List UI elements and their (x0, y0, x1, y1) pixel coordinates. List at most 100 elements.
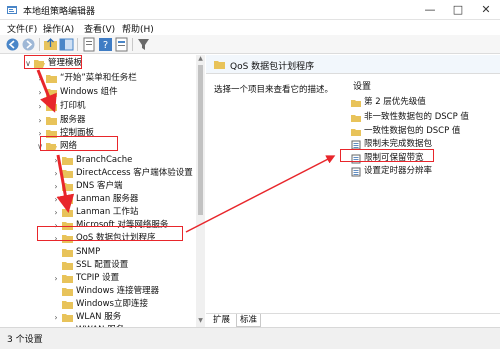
svg-text:?: ? (103, 40, 108, 51)
folder-icon (62, 222, 73, 230)
expand-chevron-right-icon[interactable]: › (52, 272, 60, 285)
expand-chevron-right-icon[interactable]: › (52, 154, 60, 167)
tree-item-windows-connect-now[interactable]: Windows立即连接 (0, 298, 195, 311)
tree-item-label: 管理模板 (48, 58, 83, 68)
tab-extended[interactable]: 扩展 (210, 314, 233, 327)
tree-item-label: TCPIP 设置 (76, 273, 120, 283)
tree-item-network[interactable]: ∨ 网络 (0, 140, 195, 153)
setting-item-timer-resolution[interactable]: 设置定时器分辨率 (346, 165, 500, 178)
setting-item-limit-reservable-bandwidth[interactable]: 限制可保留带宽 (346, 152, 500, 165)
tree-item-microsoft-p2p[interactable]: › Microsoft 对等网络服务 (0, 219, 195, 232)
tree-item-ssl-config[interactable]: SSL 配置设置 (0, 259, 195, 272)
tree-item-label: DirectAccess 客户端体验设置 (76, 168, 193, 178)
tree-item-label: Lanman 工作站 (76, 207, 139, 217)
tree-item-label: 服务器 (60, 115, 86, 125)
setting-item-label: 设置定时器分辨率 (364, 166, 433, 176)
policy-setting-icon (351, 167, 361, 177)
folder-icon (62, 235, 73, 243)
view-tabs: 扩展 标准 (206, 313, 500, 327)
expand-chevron-right-icon[interactable] (52, 246, 60, 259)
tree-item-qos-packet-scheduler[interactable]: › QoS 数据包计划程序 (0, 232, 195, 245)
scroll-up-arrow-icon[interactable]: ▲ (196, 55, 205, 62)
setting-item-conforming-dscp[interactable]: 一致性数据包的 DSCP 值 (346, 125, 500, 138)
expand-chevron-right-icon[interactable]: › (36, 100, 44, 113)
tree-item-printers[interactable]: › 打印机 (0, 100, 195, 113)
tree-item-directaccess[interactable]: › DirectAccess 客户端体验设置 (0, 167, 195, 180)
details-header-title: QoS 数据包计划程序 (230, 62, 315, 72)
folder-icon (62, 209, 73, 217)
maximize-icon[interactable]: □ (444, 0, 472, 20)
tree-item-server[interactable]: › 服务器 (0, 114, 195, 127)
expand-chevron-right-icon[interactable]: › (52, 311, 60, 324)
expand-chevron-right-icon[interactable]: › (52, 167, 60, 180)
expand-chevron-right-icon[interactable]: › (52, 206, 60, 219)
setting-item-limit-outstanding-packets[interactable]: 限制未完成数据包 (346, 138, 500, 151)
close-icon[interactable]: ✕ (472, 0, 500, 20)
expand-chevron-right-icon[interactable]: › (36, 127, 44, 140)
tree-item-label: 控制面板 (60, 128, 95, 138)
tree-item-start-menu-taskbar[interactable]: › “开始”菜单和任务栏 (0, 72, 195, 85)
menu-file[interactable]: 文件(F) (7, 22, 37, 35)
tree-item-wlan-service[interactable]: › WLAN 服务 (0, 311, 195, 324)
tree-item-dns-client[interactable]: › DNS 客户端 (0, 180, 195, 193)
tree-item-windows-connection-manager[interactable]: Windows 连接管理器 (0, 285, 195, 298)
tree-item-label: Windows 组件 (60, 87, 118, 97)
tree-item-windows-components[interactable]: › Windows 组件 (0, 86, 195, 99)
expand-chevron-right-icon[interactable]: › (36, 86, 44, 99)
tree-item-label: 网络 (60, 141, 78, 151)
tree-item-lanman-server[interactable]: › Lanman 服务器 (0, 193, 195, 206)
tree-item-lanman-workstation[interactable]: › Lanman 工作站 (0, 206, 195, 219)
folder-icon (351, 129, 361, 136)
folder-icon (62, 170, 73, 178)
up-folder-icon[interactable] (43, 37, 58, 52)
expand-chevron-down-icon[interactable]: ∨ (24, 57, 32, 70)
help-icon[interactable]: ? (98, 37, 113, 52)
menu-action[interactable]: 操作(A) (43, 22, 74, 35)
toolbar-separator (132, 38, 133, 51)
minimize-icon[interactable]: — (416, 0, 444, 20)
expand-chevron-right-icon[interactable]: › (52, 219, 60, 232)
expand-chevron-right-icon[interactable] (52, 285, 60, 298)
expand-chevron-right-icon[interactable]: › (52, 193, 60, 206)
expand-chevron-right-icon[interactable]: › (52, 232, 60, 245)
tree-item-snmp[interactable]: SNMP (0, 246, 195, 259)
tree-item-label: SNMP (76, 247, 101, 257)
folder-icon (46, 103, 57, 111)
status-bar: 3 个设置 (0, 327, 500, 349)
expand-chevron-right-icon[interactable] (52, 298, 60, 311)
export-icon[interactable] (82, 37, 97, 52)
expand-chevron-right-icon[interactable]: › (36, 114, 44, 127)
expand-chevron-right-icon[interactable]: › (52, 180, 60, 193)
forward-icon[interactable] (21, 37, 36, 52)
settings-column-header[interactable]: 设置 (353, 79, 371, 92)
toolbar-separator (39, 38, 40, 51)
folder-icon (46, 75, 57, 83)
tree-item-label: WLAN 服务 (76, 312, 122, 322)
scrollbar-thumb[interactable] (198, 65, 203, 215)
setting-item-nonconforming-dscp[interactable]: 非一致性数据包的 DSCP 值 (346, 111, 500, 124)
tree-item-control-panel[interactable]: › 控制面板 (0, 127, 195, 140)
filter-icon[interactable] (136, 37, 151, 52)
expand-chevron-right-icon[interactable] (52, 259, 60, 272)
settings-list: 设置 第 2 层优先级值 非一致性数据包的 DSCP 值一致性数据包的 DSCP … (346, 75, 500, 313)
menu-help[interactable]: 帮助(H) (122, 22, 154, 35)
show-tree-icon[interactable] (59, 37, 74, 52)
setting-item-layer2-priority[interactable]: 第 2 层优先级值 (346, 96, 500, 109)
scroll-down-arrow-icon[interactable]: ▼ (196, 317, 205, 324)
policy-setting-icon (351, 154, 361, 164)
menu-view[interactable]: 查看(V) (84, 22, 115, 35)
open-folder-icon (34, 60, 45, 68)
expand-chevron-down-icon[interactable]: ∨ (36, 140, 44, 153)
tree-item-label: BranchCache (76, 155, 133, 165)
tree-item-admin-templates[interactable]: ∨ 管理模板 (0, 57, 195, 70)
back-icon[interactable] (5, 37, 20, 52)
tab-standard[interactable]: 标准 (236, 314, 262, 327)
folder-icon (62, 288, 73, 296)
menu-bar: 文件(F) 操作(A) 查看(V) 帮助(H) (0, 20, 500, 35)
open-folder-icon (46, 143, 57, 151)
expand-chevron-right-icon[interactable]: › (36, 72, 44, 85)
tree-item-branchcache[interactable]: › BranchCache (0, 154, 195, 167)
tree-scrollbar[interactable]: ▲ ▼ (196, 55, 205, 327)
tree-item-tcpip-settings[interactable]: › TCPIP 设置 (0, 272, 195, 285)
properties-icon[interactable] (114, 37, 129, 52)
